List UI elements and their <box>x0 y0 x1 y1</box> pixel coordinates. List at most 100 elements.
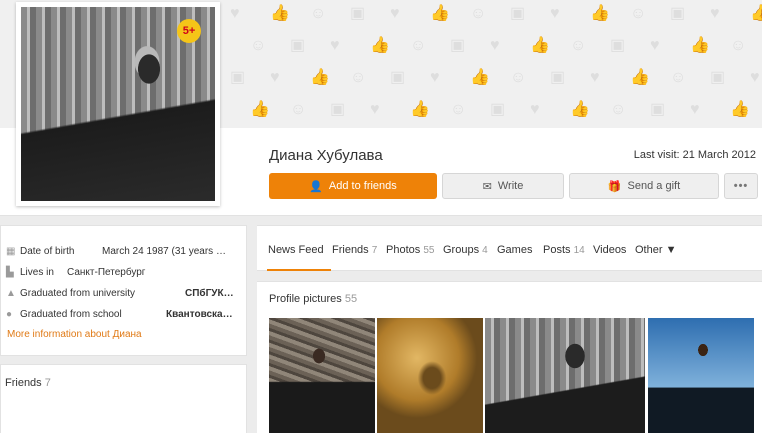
smile-icon: ☺ <box>510 69 527 86</box>
like-icon: 👍 <box>310 69 330 86</box>
profile-name: Диана Хубулава <box>269 147 383 164</box>
smile-icon: ☺ <box>570 37 587 54</box>
rating-badge[interactable]: 5+ <box>177 19 201 43</box>
tab-games[interactable]: Games <box>497 244 532 256</box>
like-icon: 👍 <box>430 5 450 22</box>
school-label: Graduated from school <box>20 308 122 320</box>
friends-card-label: Friends <box>5 377 42 389</box>
tab-count: 55 <box>423 245 435 256</box>
like-icon: 👍 <box>470 69 490 86</box>
add-to-friends-label: Add to friends <box>328 180 397 192</box>
tab-label: Posts <box>543 244 571 256</box>
graduation-icon: ▲ <box>6 287 16 299</box>
smile-icon: ☺ <box>730 37 747 54</box>
lives-row: ▙ Lives in Санкт-Петербург <box>6 265 246 279</box>
photo-icon: ▣ <box>350 5 366 22</box>
tab-label: Other ▼ <box>635 244 677 256</box>
user-plus-icon: 👤 <box>309 180 323 193</box>
school-row: ● Graduated from school Квантовска… <box>6 307 246 321</box>
profile-tabs: News Feed Friends 7 Photos 55 Groups 4 G… <box>257 225 762 271</box>
photo-icon: ▣ <box>490 101 506 118</box>
heart-icon: ♥ <box>230 5 240 22</box>
photo-icon: ▣ <box>610 37 626 54</box>
photo-icon: ▣ <box>670 5 686 22</box>
tab-label: Videos <box>593 244 627 256</box>
profile-picture-thumbnail[interactable] <box>648 318 754 433</box>
building-icon: ▙ <box>6 266 14 278</box>
photo-icon: ▣ <box>390 69 406 86</box>
tab-label: Photos <box>386 244 421 256</box>
heart-icon: ♥ <box>490 37 500 54</box>
profile-pictures-count: 55 <box>344 293 358 305</box>
photo-icon: ▣ <box>230 69 246 86</box>
profile-pictures-label: Profile pictures <box>269 293 342 305</box>
like-icon: 👍 <box>630 69 650 86</box>
heart-icon: ♥ <box>530 101 540 118</box>
smile-icon: ☺ <box>670 69 687 86</box>
university-value[interactable]: СПбГУК… <box>185 288 241 299</box>
send-gift-button[interactable]: 🎁 Send a gift <box>569 173 719 199</box>
heart-icon: ♥ <box>650 37 660 54</box>
tab-videos[interactable]: Videos <box>593 244 626 256</box>
like-icon: 👍 <box>570 101 590 118</box>
photo-icon: ▣ <box>510 5 526 22</box>
smile-icon: ☺ <box>310 5 327 22</box>
smile-icon: ☺ <box>450 101 467 118</box>
tab-count: 4 <box>482 245 488 256</box>
smile-icon: ☺ <box>350 69 367 86</box>
tab-label: Groups <box>443 244 480 256</box>
profile-picture-thumbnail[interactable] <box>269 318 375 433</box>
more-info-link[interactable]: More information about Диана <box>7 329 142 340</box>
write-label: Write <box>497 180 524 192</box>
envelope-icon: ✉ <box>482 180 492 193</box>
profile-picture-thumbnail[interactable] <box>377 318 483 433</box>
heart-icon: ♥ <box>370 101 380 118</box>
like-icon: 👍 <box>750 5 762 22</box>
tab-other[interactable]: Other ▼ <box>635 244 676 256</box>
tab-label: Friends <box>332 244 369 256</box>
add-to-friends-button[interactable]: 👤 Add to friends <box>269 173 437 199</box>
heart-icon: ♥ <box>430 69 440 86</box>
birth-value: March 24 1987 (31 years … <box>102 245 226 257</box>
school-value[interactable]: Квантовска… <box>166 309 241 320</box>
friends-card-count: 7 <box>44 377 51 389</box>
smile-icon: ☺ <box>250 37 267 54</box>
tab-count: 14 <box>573 245 585 256</box>
heart-icon: ♥ <box>270 69 280 86</box>
like-icon: 👍 <box>690 37 710 54</box>
tab-posts[interactable]: Posts 14 <box>543 244 585 256</box>
photo-icon: ▣ <box>550 69 566 86</box>
tab-photos[interactable]: Photos 55 <box>386 244 434 256</box>
calendar-icon: ▦ <box>6 245 16 257</box>
smile-icon: ☺ <box>290 101 307 118</box>
lives-label: Lives in <box>20 266 54 278</box>
photo-icon: ▣ <box>710 69 726 86</box>
tab-groups[interactable]: Groups 4 <box>443 244 488 256</box>
photo-icon: ▣ <box>650 101 666 118</box>
friends-card: Friends 7 <box>0 364 247 433</box>
friends-card-title[interactable]: Friends 7 <box>5 377 51 389</box>
tab-count: 7 <box>371 245 378 256</box>
last-visit: Last visit: 21 March 2012 <box>633 149 756 161</box>
smile-icon: ☺ <box>410 37 427 54</box>
like-icon: 👍 <box>590 5 610 22</box>
smile-icon: ☺ <box>630 5 647 22</box>
heart-icon: ♥ <box>750 69 760 86</box>
smile-icon: ☺ <box>470 5 487 22</box>
tab-friends[interactable]: Friends 7 <box>332 244 377 256</box>
heart-icon: ♥ <box>330 37 340 54</box>
photo-icon: ▣ <box>450 37 466 54</box>
write-button[interactable]: ✉ Write <box>442 173 564 199</box>
photo-icon: ▣ <box>330 101 346 118</box>
heart-icon: ♥ <box>550 5 560 22</box>
profile-pictures-title[interactable]: Profile pictures 55 <box>269 293 357 305</box>
tab-news-feed[interactable]: News Feed <box>268 244 324 256</box>
tab-label: Games <box>497 244 533 256</box>
profile-picture-thumbnail[interactable] <box>485 318 645 433</box>
birth-row: ▦ Date of birth March 24 1987 (31 years … <box>6 244 246 258</box>
send-gift-label: Send a gift <box>627 180 681 192</box>
more-actions-button[interactable]: ••• <box>724 173 758 199</box>
like-icon: 👍 <box>530 37 550 54</box>
heart-icon: ♥ <box>390 5 400 22</box>
lives-value[interactable]: Санкт-Петербург <box>67 267 237 278</box>
